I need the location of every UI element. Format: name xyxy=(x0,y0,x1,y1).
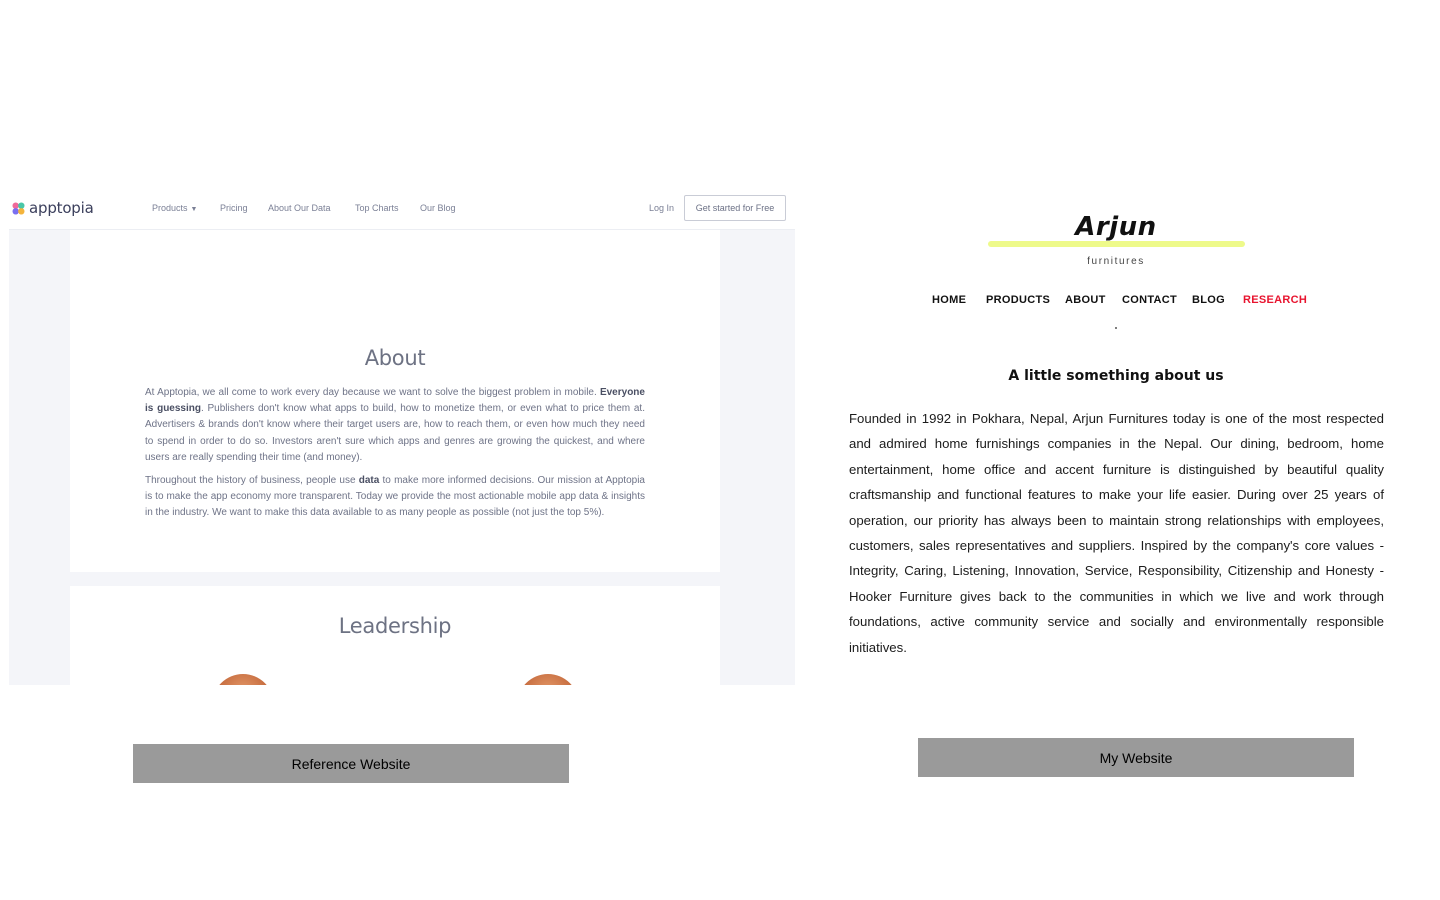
about-paragraph-1: At Apptopia, we all come to work every d… xyxy=(145,385,645,466)
reference-navbar: apptopia Products ▼ Pricing About Our Dat… xyxy=(9,190,795,230)
about-body: Founded in 1992 in Pokhara, Nepal, Arjun… xyxy=(849,411,1384,655)
nav-top-charts[interactable]: Top Charts xyxy=(355,203,399,213)
nav-pricing[interactable]: Pricing xyxy=(220,203,248,213)
nav-contact[interactable]: CONTACT xyxy=(1122,294,1177,306)
nav-research[interactable]: RESEARCH xyxy=(1243,294,1307,306)
nav-blog[interactable]: BLOG xyxy=(1192,294,1225,306)
about-paragraph-2-bold: data xyxy=(358,475,380,486)
about-paragraph-1-lead: At Apptopia, we all come to work every d… xyxy=(145,387,597,398)
apptopia-logo-text: apptopia xyxy=(29,199,94,217)
nav-our-blog[interactable]: Our Blog xyxy=(420,203,456,213)
about-paragraph-2: Throughout the history of business, peop… xyxy=(145,473,645,522)
about-title: About xyxy=(364,346,426,370)
nav-about-our-data[interactable]: About Our Data xyxy=(268,203,331,213)
reference-website-label: Reference Website xyxy=(133,744,569,783)
login-link[interactable]: Log In xyxy=(649,203,674,213)
avatar xyxy=(212,674,274,685)
get-started-button[interactable]: Get started for Free xyxy=(684,195,786,221)
reference-website-screenshot: apptopia Products ▼ Pricing About Our Dat… xyxy=(9,190,795,685)
about-paragraph-1-rest: . Publishers don't know what apps to bui… xyxy=(145,403,645,463)
my-website-label: My Website xyxy=(918,738,1354,777)
about-paragraph-2-lead: Throughout the history of business, peop… xyxy=(145,475,356,486)
nav-products[interactable]: PRODUCTS xyxy=(986,294,1050,306)
about-heading: A little something about us xyxy=(1008,368,1224,384)
apptopia-logo[interactable]: apptopia xyxy=(11,199,94,217)
chevron-down-icon: ▼ xyxy=(190,206,198,213)
nav-about[interactable]: ABOUT xyxy=(1065,294,1106,306)
nav-products[interactable]: Products ▼ xyxy=(152,203,197,213)
about-card: About At Apptopia, we all come to work e… xyxy=(70,230,720,572)
brand-logo[interactable]: Arjun xyxy=(1016,212,1216,242)
leadership-title: Leadership xyxy=(338,614,452,638)
nav-home[interactable]: HOME xyxy=(932,294,966,306)
nav-products-label: Products xyxy=(152,203,188,213)
brand-tagline: furnitures xyxy=(1087,256,1145,267)
divider-dot xyxy=(1115,327,1117,329)
leadership-card: Leadership xyxy=(70,586,720,685)
apptopia-logo-icon xyxy=(12,202,25,214)
avatar xyxy=(517,674,579,685)
